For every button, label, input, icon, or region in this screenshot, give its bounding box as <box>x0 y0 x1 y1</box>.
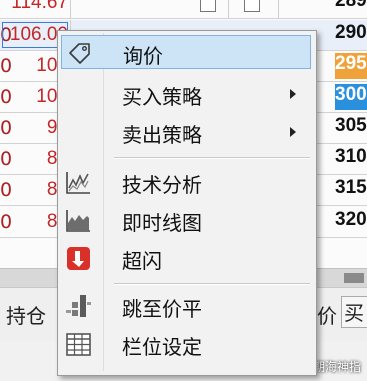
menu-item-label: 跳至价平 <box>122 297 202 321</box>
row-checkbox[interactable] <box>200 0 216 12</box>
menu-item-realtime-chart[interactable]: 即时线图 <box>61 203 311 237</box>
menu-item-label: 即时线图 <box>122 211 202 235</box>
table-row[interactable]: 114.67 289 <box>0 0 367 19</box>
column-divider <box>228 0 229 18</box>
strike-cell: 310 <box>335 146 367 167</box>
context-menu: 询价 买入策略 卖出策略 技术分析 即时线图 超闪 跳至价平 栏位设定 <box>57 30 317 376</box>
column-divider <box>70 0 71 18</box>
menu-item-flash[interactable]: 超闪 <box>61 241 311 275</box>
strike-cell: 320 <box>335 209 367 230</box>
column-divider <box>278 0 279 18</box>
area-chart-icon <box>63 205 93 235</box>
submenu-arrow-icon <box>290 127 296 137</box>
strike-cell: 290 <box>335 22 367 43</box>
menu-separator <box>114 283 310 285</box>
strike-cell: 295 <box>335 53 367 79</box>
menu-item-label: 卖出策略 <box>122 123 202 147</box>
menu-separator <box>114 157 310 159</box>
menu-item-label: 栏位设定 <box>122 335 202 359</box>
submenu-arrow-icon <box>290 89 296 99</box>
menu-item-label: 询价 <box>123 44 163 68</box>
menu-item-label: 技术分析 <box>122 173 202 197</box>
scrollbar-thumb[interactable] <box>344 273 364 283</box>
price-cell: 114.67 <box>11 0 68 13</box>
strike-cell: 300 <box>335 84 367 110</box>
strike-cell: 289 <box>335 0 367 11</box>
chart-analysis-icon <box>63 167 93 197</box>
tag-icon <box>64 38 94 68</box>
jump-icon <box>63 291 93 321</box>
menu-item-inquiry[interactable]: 询价 <box>61 35 311 69</box>
menu-item-technical-analysis[interactable]: 技术分析 <box>61 165 311 199</box>
row-checkbox[interactable] <box>244 0 260 12</box>
menu-item-label: 超闪 <box>122 249 162 273</box>
menu-item-buy-strategy[interactable]: 买入策略 <box>61 77 311 111</box>
menu-item-sell-strategy[interactable]: 卖出策略 <box>61 115 311 149</box>
flash-icon <box>63 243 93 273</box>
tab-buy[interactable]: 买 <box>341 296 367 328</box>
tab-price[interactable]: 价 <box>317 300 337 329</box>
strike-cell: 315 <box>335 177 367 198</box>
menu-item-jump-to-atm[interactable]: 跳至价平 <box>61 289 311 323</box>
menu-item-column-settings[interactable]: 栏位设定 <box>61 327 311 361</box>
grid-icon <box>63 329 93 359</box>
tab-positions[interactable]: 持仓 <box>6 300 46 329</box>
menu-item-label: 买入策略 <box>122 85 202 109</box>
strike-cell: 305 <box>335 115 367 136</box>
